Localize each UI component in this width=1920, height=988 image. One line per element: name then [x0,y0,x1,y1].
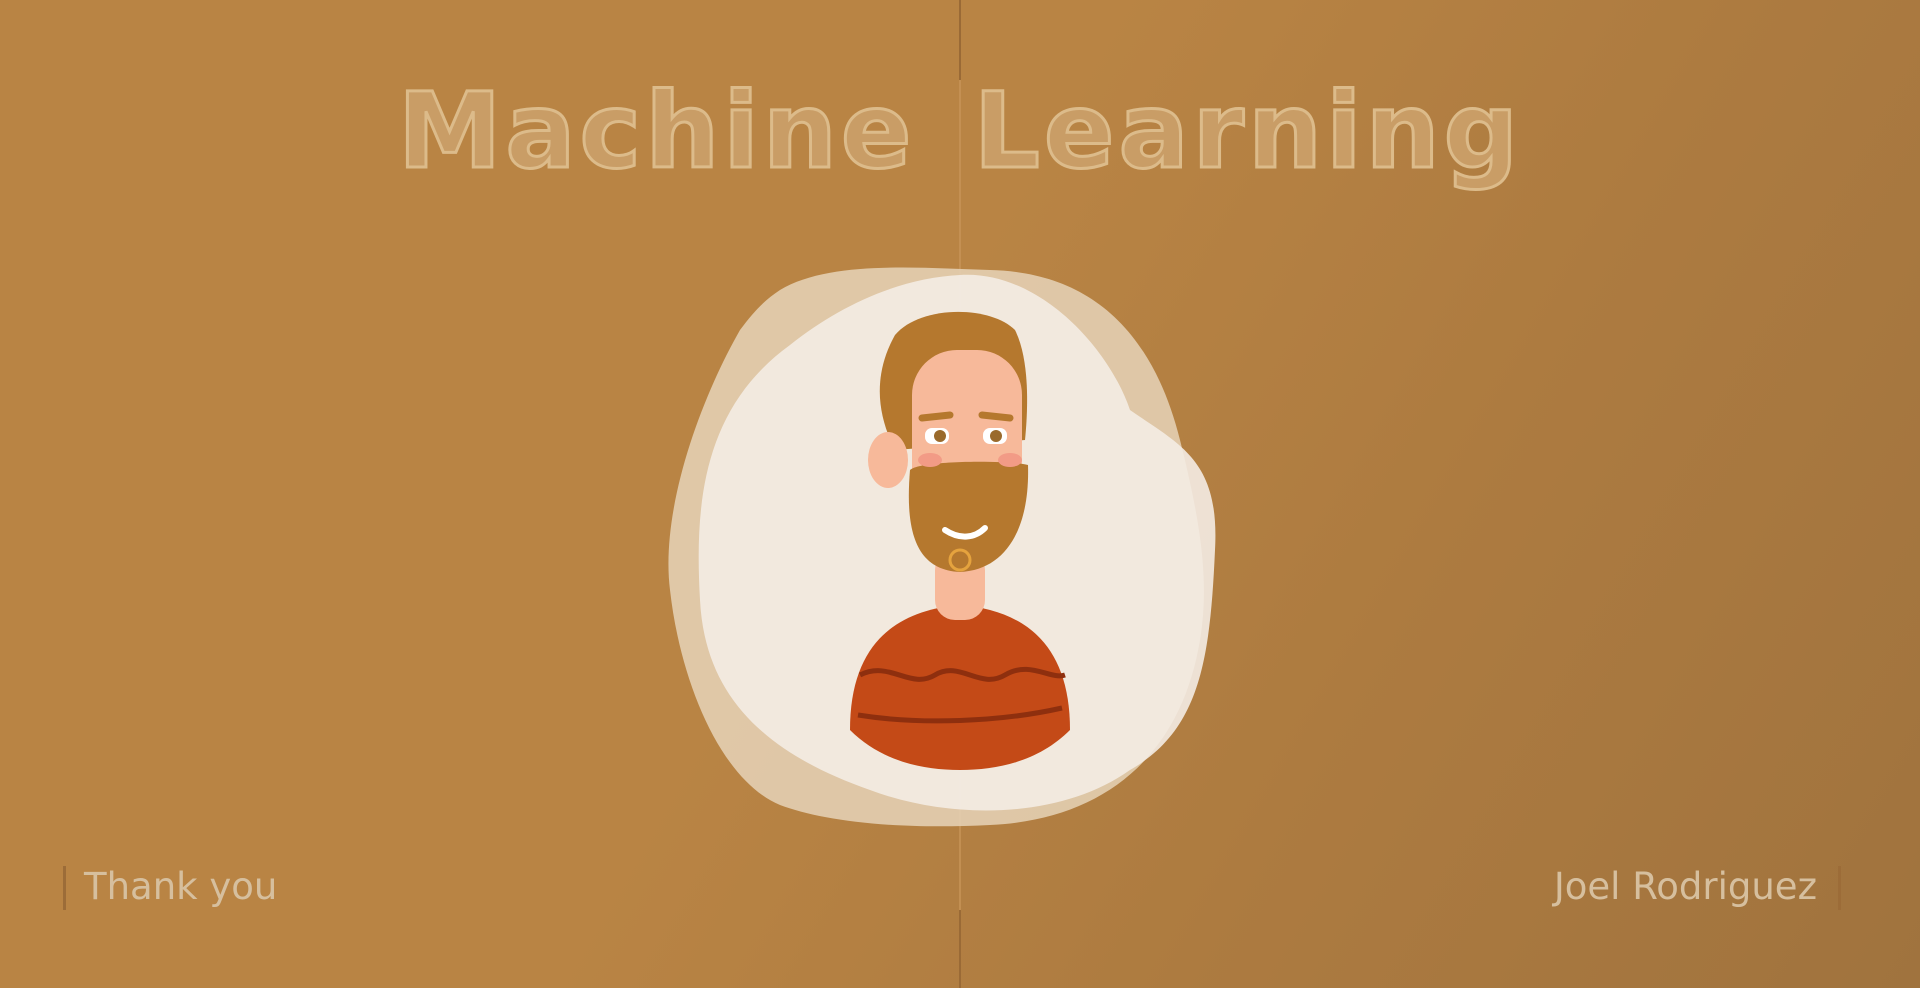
footer-left-text: Thank you [84,865,278,908]
footer-right-bar [1838,866,1841,910]
avatar-illustration [668,267,1216,827]
divider-line [959,910,961,988]
divider-line [959,0,961,80]
footer-author-name: Joel Rodriguez [1553,865,1817,908]
footer-left-bar [63,866,66,910]
page-title: Machine Learning [396,69,1523,194]
